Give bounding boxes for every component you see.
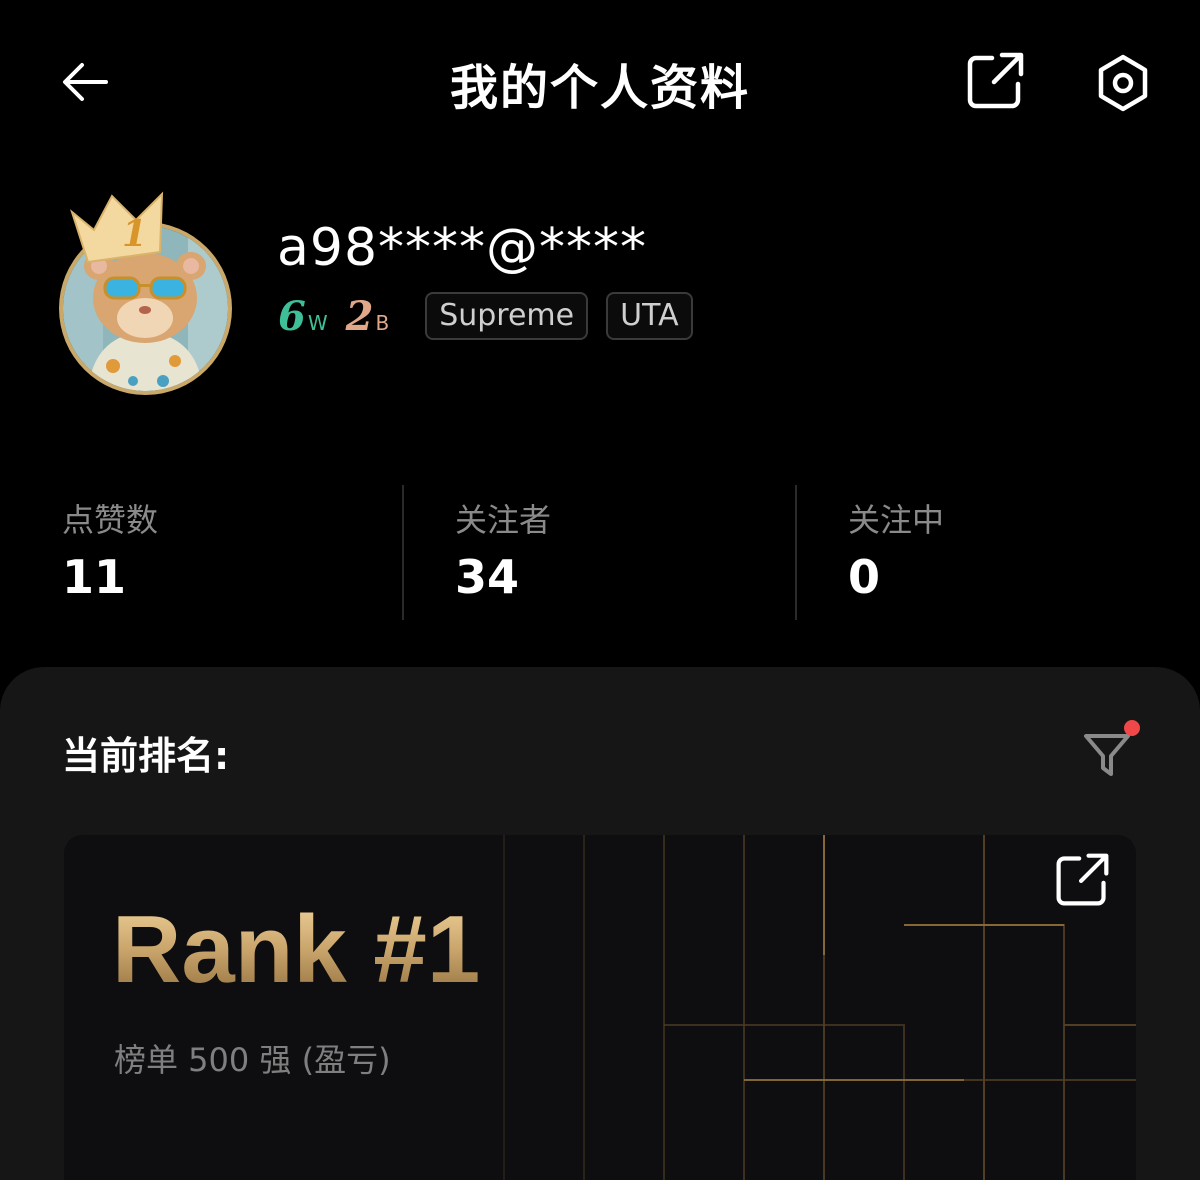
- tag-supreme[interactable]: Supreme: [425, 292, 589, 340]
- stat-value: 0: [848, 550, 881, 604]
- tag-uta[interactable]: UTA: [606, 292, 693, 340]
- filter-button[interactable]: [1078, 718, 1144, 784]
- stat-following[interactable]: 关注中 0: [848, 485, 1178, 625]
- rank-title: Rank #1: [112, 896, 481, 1003]
- external-link-icon: [1056, 853, 1109, 906]
- stat-likes[interactable]: 点赞数 11: [62, 485, 392, 625]
- crown-icon: 1: [70, 191, 164, 264]
- stat-divider: [795, 485, 797, 620]
- stat-label: 关注者: [455, 501, 552, 539]
- stat-value: 34: [455, 550, 520, 604]
- stats-row: 点赞数 11 关注者 34 关注中 0: [0, 485, 1200, 625]
- profile-badges: 6 W 2 B Supreme UTA: [278, 292, 693, 340]
- b-count-unit: B: [375, 310, 390, 335]
- ranking-heading: 当前排名:: [62, 734, 230, 778]
- avatar[interactable]: 1: [60, 190, 235, 395]
- profile-page: 我的个人资料 1 a98****@**** 6 W 2 B Supreme UT…: [0, 0, 1200, 1180]
- hexagon-settings-icon: [1098, 54, 1148, 112]
- share-button[interactable]: [962, 48, 1028, 114]
- username: a98****@****: [277, 218, 648, 278]
- stat-followers[interactable]: 关注者 34: [455, 485, 785, 625]
- w-count-badge[interactable]: 6 W: [278, 293, 328, 340]
- stat-value: 11: [62, 550, 127, 604]
- header: 我的个人资料: [0, 0, 1200, 165]
- b-count-badge[interactable]: 2 B: [346, 293, 390, 340]
- w-count-unit: W: [307, 310, 328, 335]
- crown-rank-number: 1: [122, 213, 147, 255]
- stat-label: 关注中: [848, 501, 945, 539]
- b-count-value: 2: [345, 292, 374, 340]
- stat-divider: [402, 485, 404, 620]
- notification-dot: [1124, 720, 1140, 736]
- w-count-value: 6: [278, 292, 306, 340]
- card-decoration: [503, 835, 1136, 1180]
- stat-label: 点赞数: [62, 501, 159, 539]
- rank-subtitle: 榜单 500 强 (盈亏): [114, 1041, 391, 1079]
- external-link-icon: [967, 52, 1024, 109]
- rank-card-open-button[interactable]: [1049, 847, 1115, 913]
- rank-card[interactable]: Rank #1 榜单 500 强 (盈亏): [64, 835, 1136, 1180]
- settings-button[interactable]: [1090, 50, 1156, 116]
